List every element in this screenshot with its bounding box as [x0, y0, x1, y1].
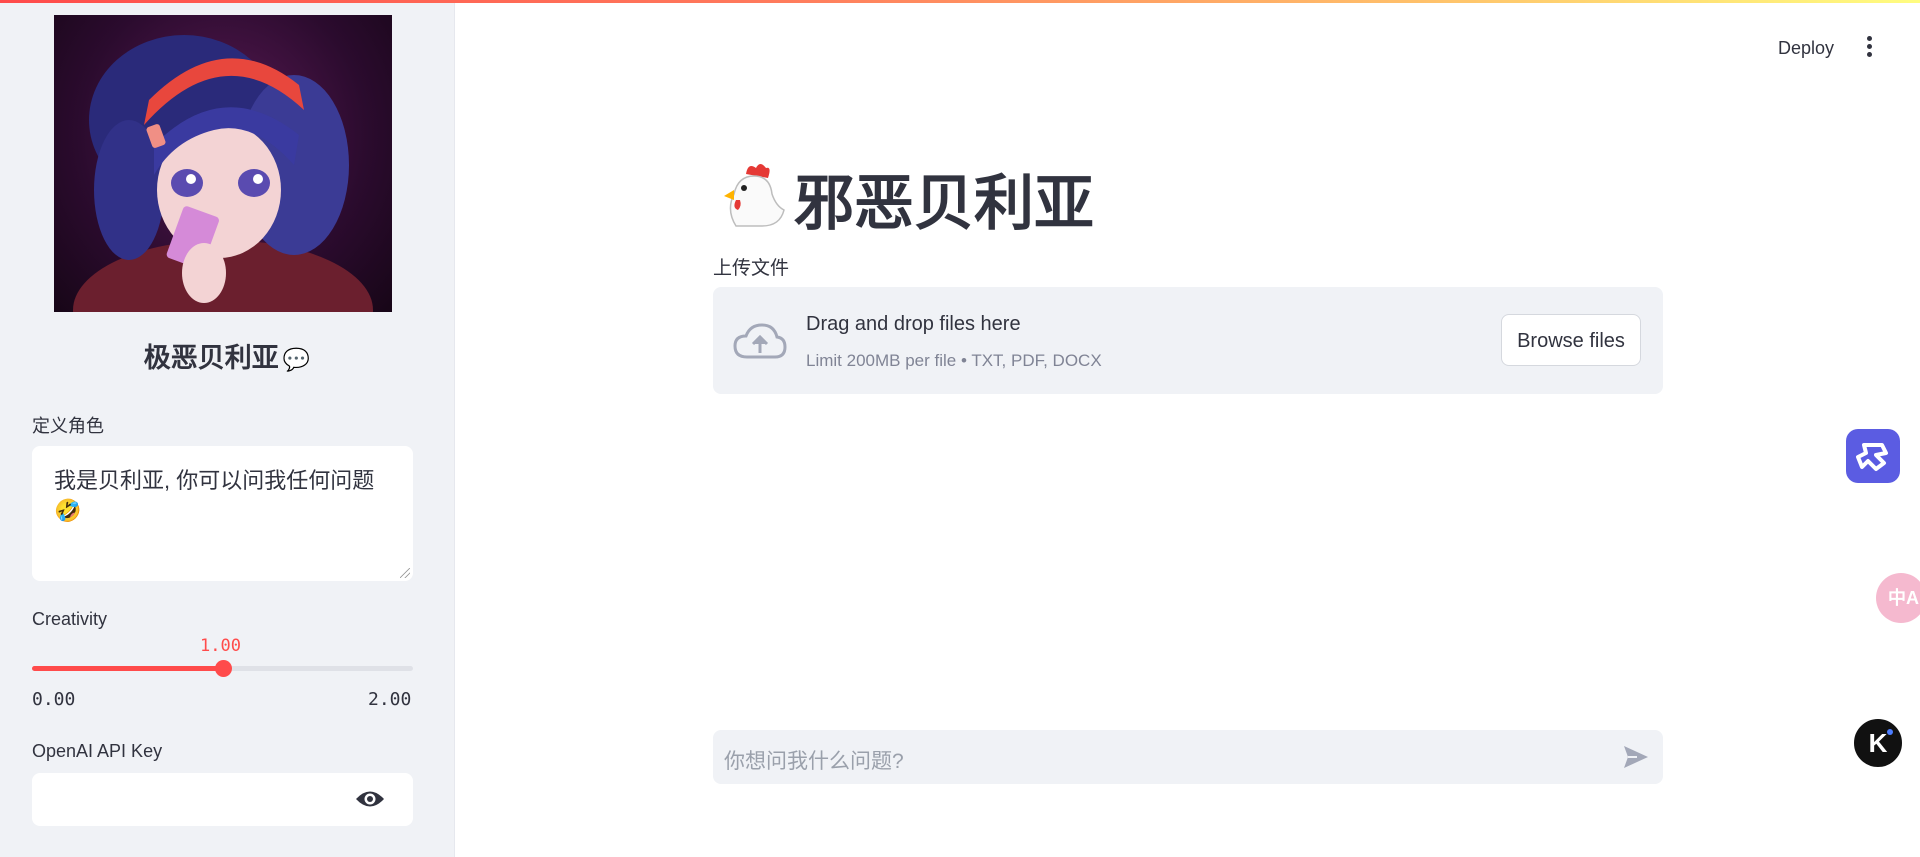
top-accent-bar — [0, 0, 1920, 3]
k-logo-icon: K — [1868, 728, 1888, 758]
browse-files-button[interactable]: Browse files — [1501, 314, 1641, 366]
cloud-upload-icon — [733, 323, 787, 359]
page-title: 邪恶贝利亚 — [794, 170, 1094, 237]
sidebar-heading-text: 极恶贝利亚 — [143, 343, 279, 373]
api-key-label: OpenAI API Key — [32, 741, 163, 761]
dropzone-title: Drag and drop files here — [806, 313, 1021, 335]
role-text: 我是贝利亚, 你可以问我任何问题 — [54, 468, 375, 493]
upload-label: 上传文件 — [713, 258, 790, 279]
chat-input-placeholder: 你想问我什么问题? — [724, 750, 904, 773]
character-avatar-image — [54, 15, 392, 312]
translate-floating-button[interactable]: 中A — [1876, 573, 1920, 623]
assistant-logo-icon — [1856, 443, 1888, 471]
creativity-slider[interactable] — [32, 660, 413, 677]
dropzone-limits: Limit 200MB per file • TXT, PDF, DOCX — [806, 351, 1102, 370]
assistant-floating-button[interactable] — [1846, 429, 1900, 483]
laughing-emoji-icon: 🤣 — [54, 498, 82, 523]
creativity-slider-min: 0.00 — [32, 689, 76, 710]
sidebar: 极恶贝利亚 💬 定义角色 我是贝利亚, 你可以问我任何问题 🤣 Creativit… — [0, 0, 455, 857]
file-dropzone[interactable]: Drag and drop files here Limit 200MB per… — [713, 287, 1663, 394]
creativity-slider-max: 2.00 — [368, 689, 412, 710]
chat-input[interactable]: 你想问我什么问题? — [713, 730, 1663, 784]
creativity-slider-thumb[interactable] — [214, 660, 232, 677]
api-key-input[interactable] — [32, 773, 413, 826]
creativity-slider-fill — [32, 666, 223, 671]
rooster-icon — [724, 164, 785, 227]
deploy-button[interactable]: Deploy — [1778, 38, 1834, 59]
creativity-slider-value: 1.00 — [200, 636, 241, 656]
speech-bubble-icon: 💬 — [282, 347, 311, 372]
k-floating-button[interactable]: K — [1852, 717, 1904, 769]
role-textarea[interactable]: 我是贝利亚, 你可以问我任何问题 🤣 — [32, 446, 413, 581]
eye-icon[interactable] — [355, 788, 385, 810]
main-menu-icon[interactable] — [1862, 36, 1876, 60]
sidebar-heading: 极恶贝利亚 💬 — [0, 336, 454, 375]
role-label: 定义角色 — [32, 416, 104, 436]
send-icon[interactable] — [1623, 745, 1649, 769]
creativity-label: Creativity — [32, 609, 108, 629]
resize-handle-icon[interactable] — [400, 568, 410, 578]
